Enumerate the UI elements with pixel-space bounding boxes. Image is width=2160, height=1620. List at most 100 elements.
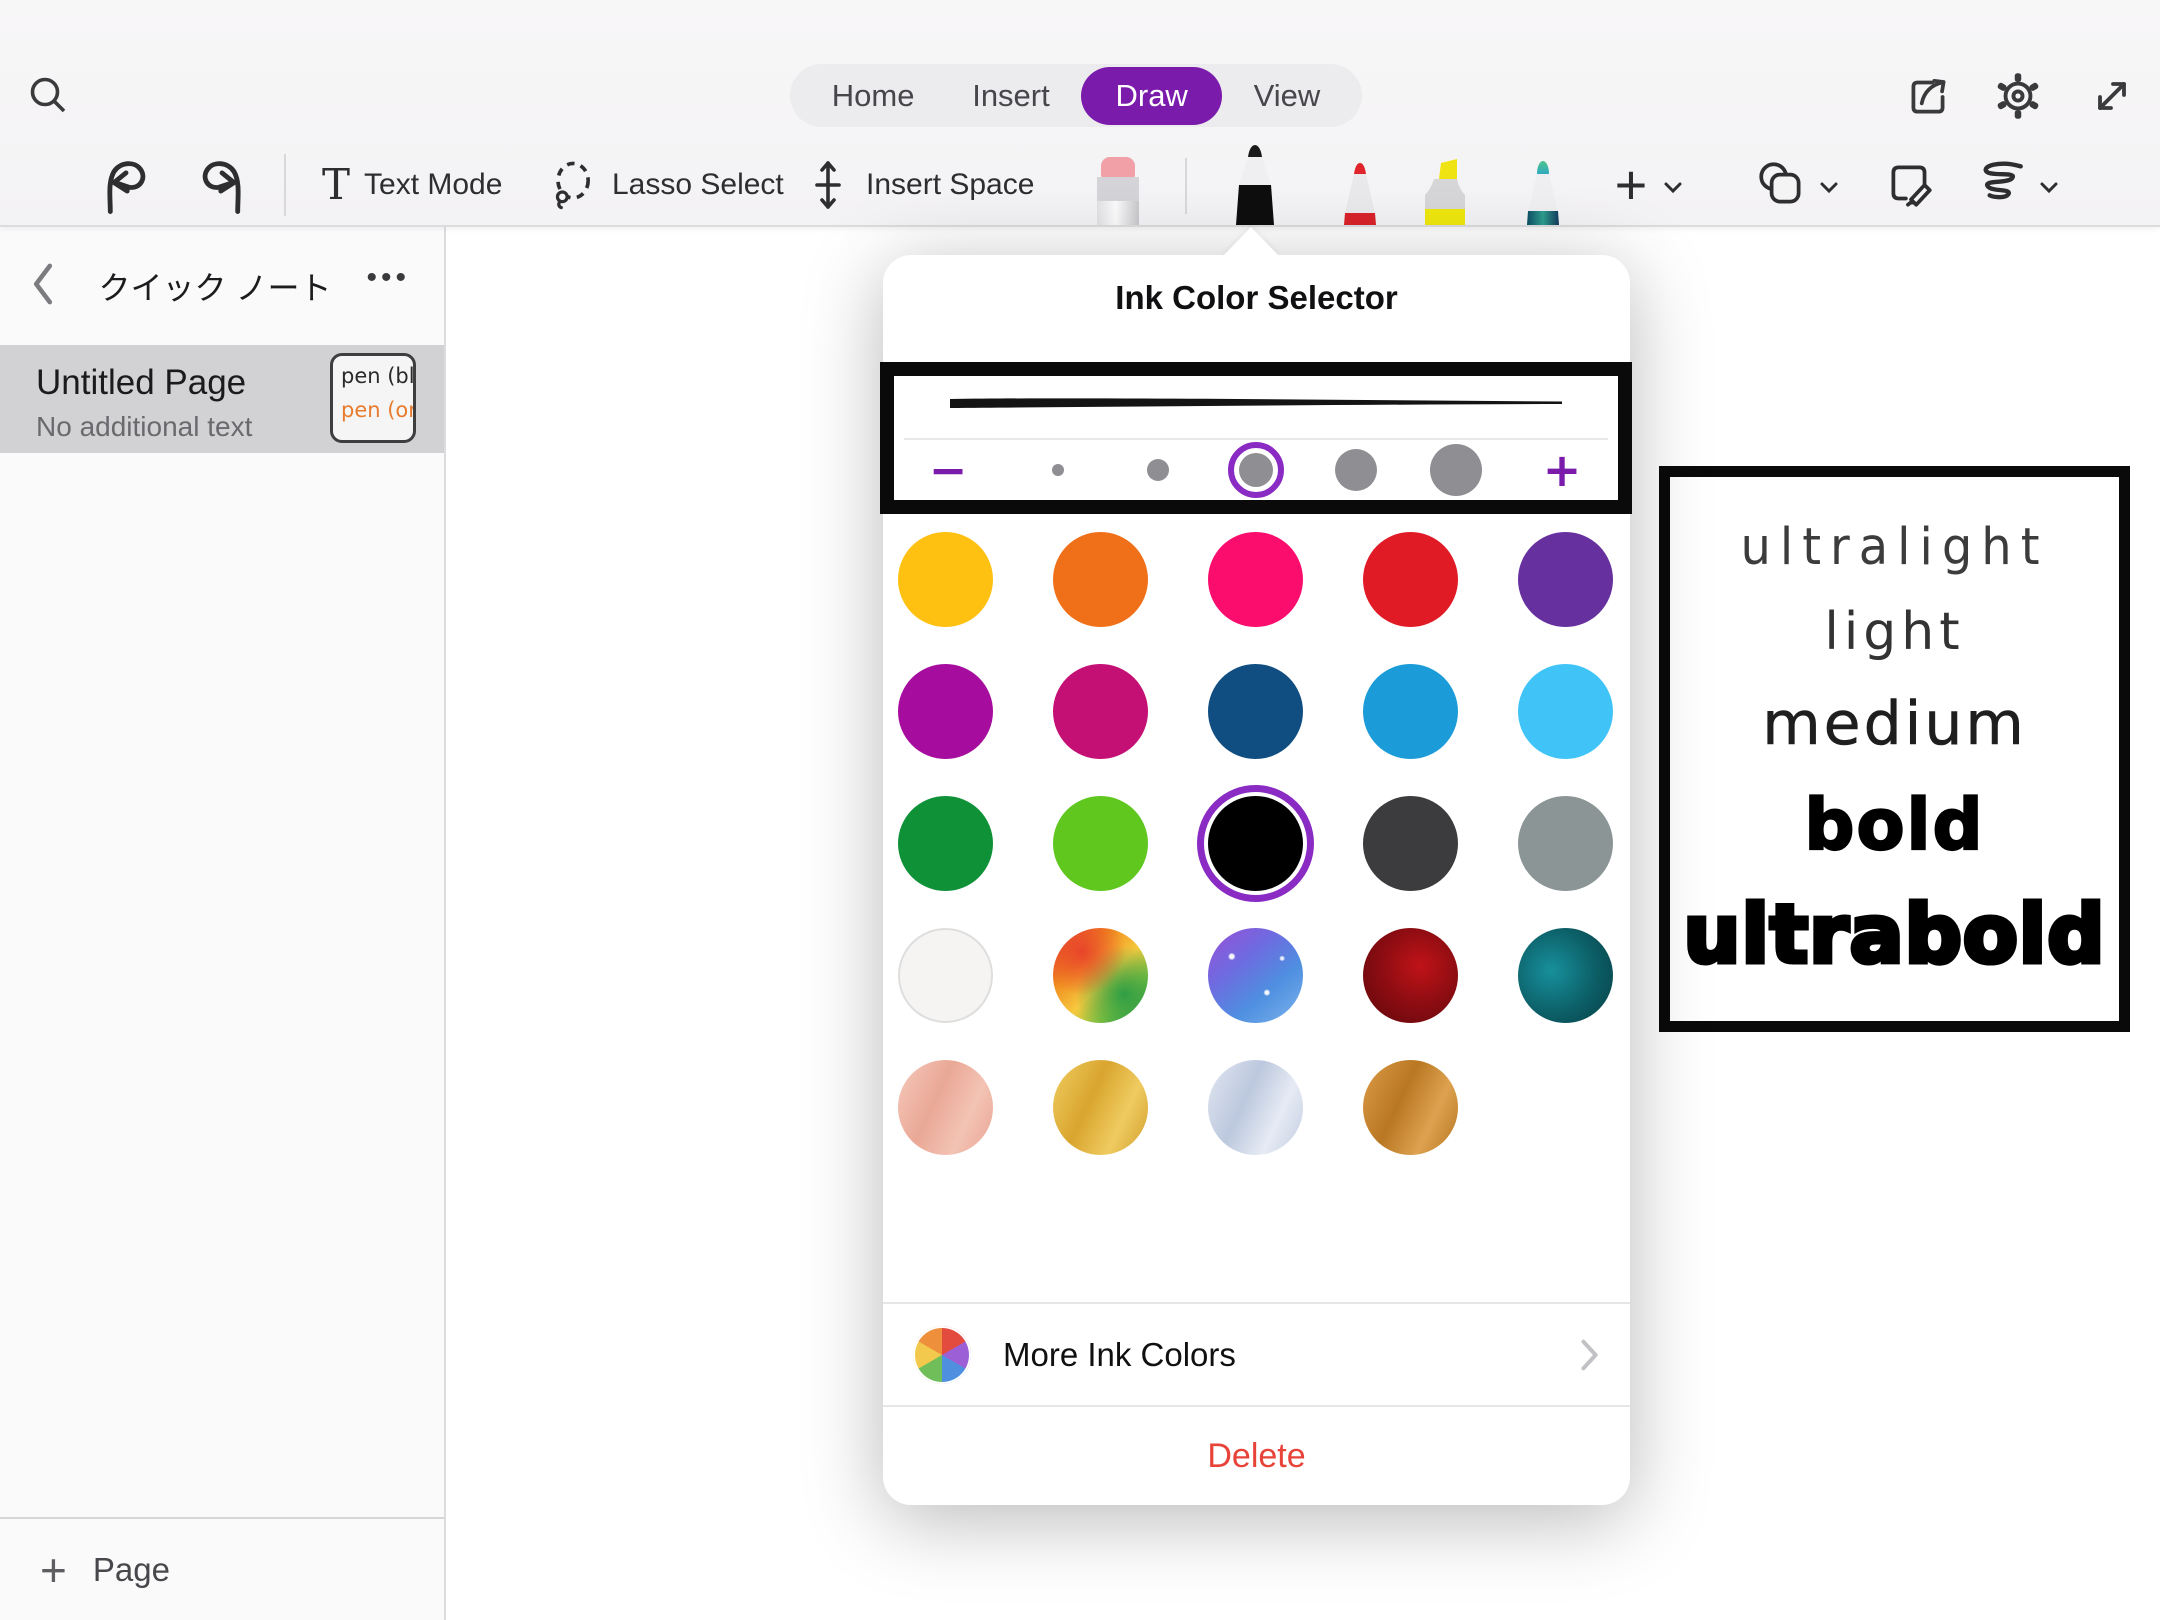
increase-size-button[interactable]: +: [1543, 447, 1582, 493]
page-thumbnail: pen (bl pen (ora: [330, 353, 416, 443]
back-button[interactable]: [26, 259, 60, 309]
shapes-button[interactable]: [1752, 152, 1812, 218]
color-swatch-black[interactable]: [1208, 796, 1303, 891]
color-swatch-silver-glitter[interactable]: [1208, 1060, 1303, 1155]
weight-sample-ultralight: ultralight: [1740, 521, 2048, 571]
color-swatch-lime-green[interactable]: [1053, 796, 1148, 891]
highlighter-tool[interactable]: [1417, 159, 1473, 225]
red-pen-tool[interactable]: [1339, 163, 1381, 225]
toolbar-divider: [284, 154, 286, 216]
color-swatch-green[interactable]: [898, 796, 993, 891]
stroke-width-preview: [946, 386, 1566, 420]
color-swatch-magenta[interactable]: [898, 664, 993, 759]
text-mode-label: Text Mode: [364, 168, 502, 202]
tab-draw[interactable]: Draw: [1081, 67, 1221, 125]
color-swatch-hot-pink[interactable]: [1208, 532, 1303, 627]
tab-view[interactable]: View: [1228, 68, 1347, 124]
delete-pen-button[interactable]: Delete: [883, 1405, 1630, 1505]
free-draw-button[interactable]: [1968, 152, 2032, 218]
color-swatch-raspberry[interactable]: [1053, 664, 1148, 759]
color-swatch-teal-stone[interactable]: [1518, 928, 1613, 1023]
redo-button[interactable]: [192, 152, 252, 218]
ink-color-selector-popup: Ink Color Selector − + More Ink Colors De…: [883, 255, 1630, 1505]
undo-icon: [99, 156, 153, 214]
color-swatch-galaxy[interactable]: [1208, 928, 1303, 1023]
weight-sample-medium: medium: [1762, 694, 2027, 754]
page-subtitle: No additional text: [36, 411, 252, 443]
popup-title: Ink Color Selector: [883, 279, 1630, 317]
black-pen-tool-selected[interactable]: [1231, 145, 1279, 225]
weight-sample-ultrabold: ultrabold: [1684, 895, 2106, 975]
insert-space-button[interactable]: Insert Space: [804, 150, 1034, 220]
lasso-icon: [546, 157, 598, 213]
shapes-icon: [1755, 158, 1809, 212]
more-options-button[interactable]: •••: [366, 261, 410, 295]
eraser-tool[interactable]: [1095, 157, 1141, 225]
text-mode-button[interactable]: T Text Mode: [322, 150, 502, 220]
color-wheel-icon: [913, 1326, 971, 1384]
ink-color-grid: [898, 532, 1613, 1155]
chevron-left-icon: [26, 259, 60, 309]
undo-button[interactable]: [96, 152, 156, 218]
settings-button[interactable]: [1992, 70, 2044, 122]
color-swatch-gray[interactable]: [1518, 796, 1613, 891]
search-button[interactable]: [24, 72, 72, 120]
decrease-size-button[interactable]: −: [929, 447, 968, 493]
weight-sample-light: light: [1824, 606, 1964, 658]
galaxy-pencil-icon: [1520, 161, 1566, 225]
more-ink-colors-button[interactable]: More Ink Colors: [883, 1302, 1630, 1405]
fullscreen-button[interactable]: [2086, 70, 2138, 122]
insert-space-label: Insert Space: [866, 168, 1034, 202]
thumbnail-line-2: pen (ora: [341, 398, 413, 422]
plus-icon: +: [40, 1547, 67, 1593]
add-pen-button[interactable]: +: [1606, 160, 1656, 210]
weight-sample-bold: bold: [1804, 790, 1984, 860]
sidebar-header: クイック ノート •••: [0, 227, 444, 345]
color-swatch-copper-glitter[interactable]: [1363, 1060, 1458, 1155]
color-swatch-orange[interactable]: [1053, 532, 1148, 627]
color-swatch-red[interactable]: [1363, 532, 1458, 627]
draw-dropdown-button[interactable]: [2034, 172, 2064, 202]
highlighter-icon: [1417, 159, 1473, 225]
expand-icon: [2088, 72, 2136, 120]
tab-insert[interactable]: Insert: [946, 68, 1076, 124]
insert-space-icon: [804, 157, 852, 213]
tab-home[interactable]: Home: [806, 68, 941, 124]
color-swatch-white[interactable]: [898, 928, 993, 1023]
ink-to-text-button[interactable]: [1880, 152, 1940, 218]
pen-dropdown-button[interactable]: [1658, 172, 1688, 202]
top-toolbar: HomeInsertDrawView: [0, 0, 2160, 227]
color-swatch-sky-blue[interactable]: [1518, 664, 1613, 759]
shapes-dropdown-button[interactable]: [1814, 172, 1844, 202]
page-list-item-selected[interactable]: Untitled Page No additional text pen (bl…: [0, 345, 444, 453]
scribble-icon: [1971, 158, 2029, 212]
chevron-down-icon: [1816, 174, 1842, 200]
lasso-select-button[interactable]: Lasso Select: [546, 150, 784, 220]
color-swatch-navy-blue[interactable]: [1208, 664, 1303, 759]
color-swatch-gold-glitter[interactable]: [1053, 1060, 1148, 1155]
eraser-icon: [1095, 157, 1141, 225]
text-mode-icon: T: [322, 164, 350, 206]
color-swatch-gold[interactable]: [898, 532, 993, 627]
color-swatch-charcoal[interactable]: [1363, 796, 1458, 891]
galaxy-pencil-tool[interactable]: [1520, 161, 1566, 225]
color-swatch-rainbow-glitter[interactable]: [1053, 928, 1148, 1023]
stroke-size-option-5[interactable]: [1430, 444, 1482, 496]
color-swatch-dark-red-marble[interactable]: [1363, 928, 1458, 1023]
share-button[interactable]: [1902, 70, 1954, 122]
page-list-sidebar: クイック ノート ••• Untitled Page No additional…: [0, 227, 446, 1620]
stroke-size-option-2[interactable]: [1147, 459, 1169, 481]
color-swatch-rose-gold-glitter[interactable]: [898, 1060, 993, 1155]
chevron-down-icon: [1660, 174, 1686, 200]
add-page-button[interactable]: + Page: [0, 1517, 444, 1620]
stroke-size-option-1[interactable]: [1052, 464, 1064, 476]
more-ink-colors-label: More Ink Colors: [1003, 1336, 1236, 1374]
stroke-size-option-3-selected[interactable]: [1239, 453, 1273, 487]
ribbon-tab-bar: HomeInsertDrawView: [790, 64, 1362, 127]
page-title: Untitled Page: [36, 363, 246, 403]
color-swatch-cerulean[interactable]: [1363, 664, 1458, 759]
stroke-size-option-4[interactable]: [1335, 449, 1377, 491]
color-swatch-purple[interactable]: [1518, 532, 1613, 627]
stroke-weight-samples-annotation-box: ultralight light medium bold ultrabold: [1659, 466, 2130, 1032]
redo-icon: [195, 156, 249, 214]
